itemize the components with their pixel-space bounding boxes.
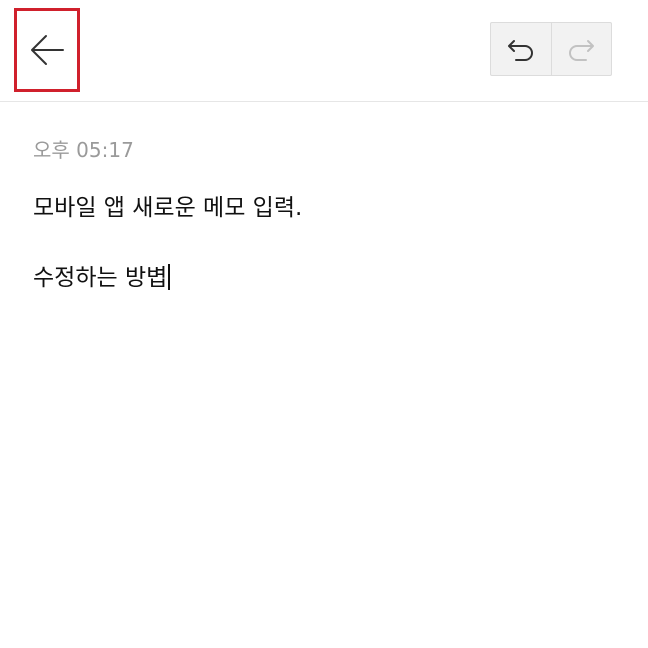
text-caret [168,264,171,290]
undo-icon [507,40,533,61]
redo-button[interactable] [550,23,612,75]
undo-button[interactable] [491,23,551,75]
memo-timestamp: 오후 05:17 [33,138,134,162]
memo-line: 수정하는 방볍 [33,265,168,291]
memo-content: 오후 05:17 모바일 앱 새로운 메모 입력. 수정하는 방볍 [33,130,623,296]
top-toolbar [0,0,648,102]
memo-line-with-caret: 수정하는 방볍 [33,260,623,296]
memo-text-area[interactable]: 모바일 앱 새로운 메모 입력. 수정하는 방볍 [33,190,623,296]
redo-icon [569,40,595,61]
arrow-left-icon [31,35,64,65]
undo-redo-group [490,22,612,76]
memo-line: 모바일 앱 새로운 메모 입력. [33,195,303,221]
back-button[interactable] [14,8,80,92]
memo-editor-screen: 오후 05:17 모바일 앱 새로운 메모 입력. 수정하는 방볍 [0,0,648,648]
